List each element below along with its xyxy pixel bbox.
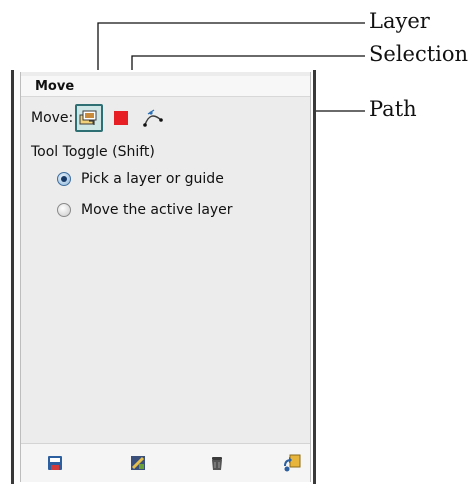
tool-options-panel: Move Move: Tool Toggle (Shift) Pick a la… <box>20 72 311 482</box>
tool-toggle-heading: Tool Toggle (Shift) <box>31 144 155 160</box>
selection-callout-label: Selection <box>369 42 469 66</box>
save-preset-button[interactable] <box>46 454 64 472</box>
move-selection-button[interactable] <box>107 104 135 132</box>
pick-layer-label: Pick a layer or guide <box>81 171 224 187</box>
save-preset-icon <box>48 456 62 470</box>
path-callout-label: Path <box>369 97 417 121</box>
move-path-button[interactable] <box>139 104 167 132</box>
panel-title-bar: Move <box>21 76 310 97</box>
option-move-active-layer[interactable]: Move the active layer <box>57 202 233 218</box>
restore-preset-icon <box>131 456 145 470</box>
reset-button[interactable] <box>283 454 301 472</box>
panel-title: Move <box>35 79 75 94</box>
option-pick-layer[interactable]: Pick a layer or guide <box>57 171 224 187</box>
move-layer-button[interactable] <box>75 104 104 132</box>
reset-icon <box>284 454 301 472</box>
annotated-screenshot: Layer Selection Path Move Move: Tool Tog… <box>0 0 470 486</box>
move-label: Move: <box>31 110 74 126</box>
path-icon <box>143 109 164 127</box>
pick-layer-radio[interactable] <box>57 172 71 186</box>
layer-icon <box>79 110 97 125</box>
delete-preset-icon <box>212 457 222 470</box>
move-mode-row: Move: <box>31 104 171 132</box>
layer-callout-label: Layer <box>369 9 430 33</box>
move-active-layer-label: Move the active layer <box>81 202 233 218</box>
restore-preset-button[interactable] <box>129 454 147 472</box>
panel-bottom-bar <box>21 443 310 482</box>
move-active-layer-radio[interactable] <box>57 203 71 217</box>
delete-preset-button[interactable] <box>208 454 226 472</box>
selection-icon <box>114 111 129 125</box>
